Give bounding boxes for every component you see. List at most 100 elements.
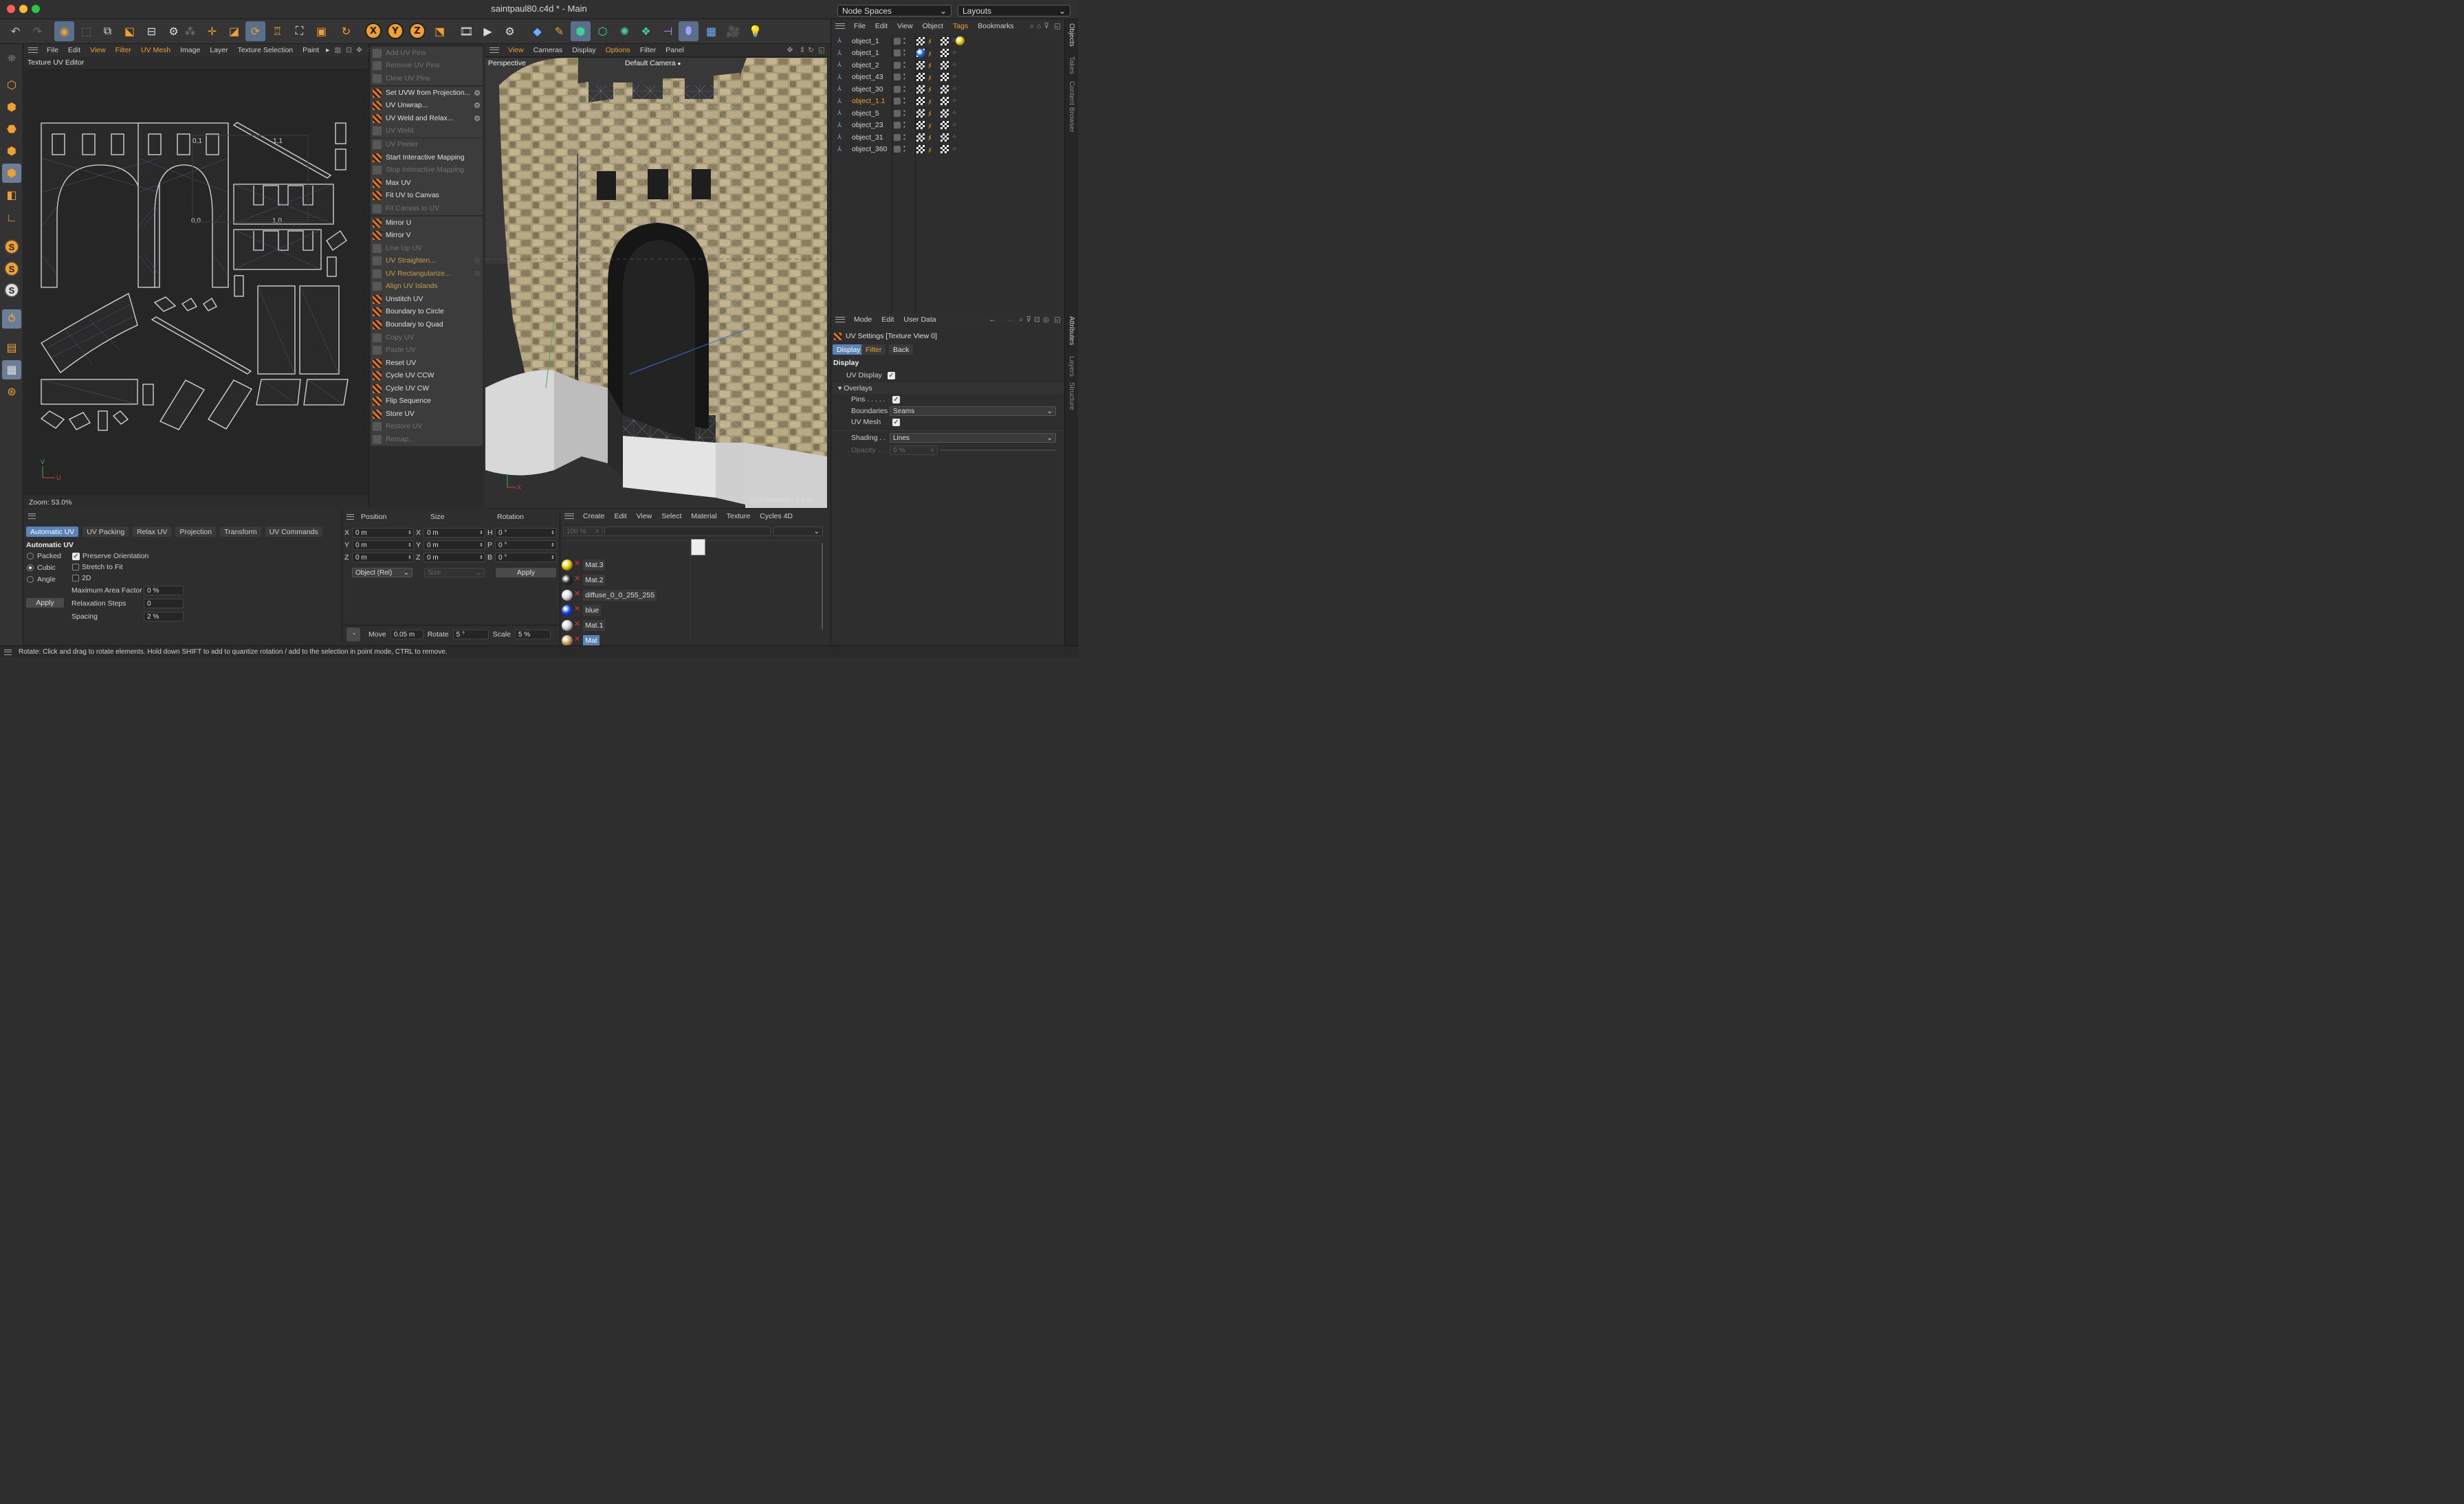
material-name[interactable]: diffuse_0_0_255_255: [583, 590, 657, 601]
planar-workplane-icon[interactable]: ⊛: [2, 382, 21, 401]
target-icon[interactable]: ◎: [1042, 316, 1050, 324]
menu-icon[interactable]: [28, 513, 36, 519]
shading-dropdown[interactable]: Lines ⌄: [890, 433, 1056, 443]
back-arrow-icon[interactable]: ←: [984, 316, 1002, 324]
mode-angle[interactable]: Angle: [27, 575, 56, 584]
object-row[interactable]: ⅄ object_5 • • ﾒ ⁘: [833, 107, 1064, 120]
deformer-icon[interactable]: ⊣: [658, 21, 678, 41]
tab-filter[interactable]: Filter: [861, 344, 886, 355]
menu-paint[interactable]: Paint: [298, 46, 324, 54]
uvw-tag-icon[interactable]: [940, 121, 949, 130]
phong-tag-icon[interactable]: ﾒ: [928, 108, 932, 118]
extrude-icon[interactable]: ⬡: [593, 21, 613, 41]
menu-icon[interactable]: [564, 513, 574, 519]
menu-view[interactable]: View: [892, 22, 918, 30]
material-name[interactable]: Mat.2: [583, 575, 606, 586]
uv-command-item[interactable]: Start Interactive Mapping: [371, 151, 483, 164]
material-name[interactable]: blue: [583, 605, 602, 616]
uv-command-item[interactable]: Remove UV Pins: [371, 60, 483, 73]
gear-icon[interactable]: ⚙: [474, 269, 481, 278]
side-tab-objects[interactable]: Objects: [1068, 23, 1075, 47]
rotate-view-icon[interactable]: ↻: [806, 46, 815, 54]
menu-user-data[interactable]: User Data: [899, 316, 940, 324]
forward-arrow-icon[interactable]: →: [1001, 316, 1018, 324]
pins-checkbox[interactable]: ✓: [892, 395, 900, 403]
max-area-field[interactable]: 0 %: [144, 586, 184, 595]
layouts-select[interactable]: Layouts ⌄: [958, 5, 1070, 16]
quantize-icon[interactable]: S: [4, 283, 19, 298]
phong-tag-icon[interactable]: ﾒ: [928, 60, 932, 70]
material-zoom-field[interactable]: 100 % ⇕: [563, 527, 603, 536]
uv-canvas[interactable]: 0,1 1,1 0,0 1,0 V U: [24, 69, 368, 495]
object-row[interactable]: ⅄ object_1 • • ﾒ ⁘: [833, 47, 1064, 60]
delete-x-icon[interactable]: ✕: [574, 559, 580, 568]
layer-icon[interactable]: [894, 122, 901, 129]
menu-icon[interactable]: [28, 47, 38, 53]
side-tab-structure[interactable]: Structure: [1068, 382, 1075, 410]
uv-mesh-checkbox[interactable]: ✓: [892, 418, 900, 426]
3d-viewport[interactable]: X Perspective Default Camera ● Grid Spac…: [485, 58, 827, 508]
live-selection-icon[interactable]: ⬕: [120, 21, 140, 41]
layer-icon[interactable]: [894, 109, 901, 117]
material-preview-icon[interactable]: [562, 560, 573, 571]
uv-command-item[interactable]: Store UV: [371, 408, 483, 421]
redo-icon[interactable]: ↷: [28, 21, 47, 41]
menu-bookmarks[interactable]: Bookmarks: [973, 22, 1019, 30]
menu-file[interactable]: File: [849, 22, 870, 30]
render-view-icon[interactable]: ▶: [478, 21, 498, 41]
floor-icon[interactable]: ▦: [701, 21, 721, 41]
texture-tag-icon[interactable]: [916, 133, 925, 142]
boundaries-dropdown[interactable]: Seams ⌄: [890, 406, 1056, 416]
points-mode-icon[interactable]: ⬣: [2, 120, 21, 139]
tab-transform[interactable]: Transform: [220, 527, 261, 537]
delete-x-icon[interactable]: ✕: [574, 574, 580, 583]
menu-icon[interactable]: [346, 514, 354, 520]
texture-mode-icon[interactable]: ⬢: [2, 98, 21, 117]
position-field[interactable]: 0 m ⇕: [352, 528, 414, 538]
menu-create[interactable]: Create: [578, 512, 610, 520]
subdivision-icon[interactable]: ⬢: [571, 21, 591, 41]
phong-tag-icon[interactable]: ﾒ: [928, 132, 932, 142]
menu-object[interactable]: Object: [918, 22, 948, 30]
menu-select[interactable]: Select: [657, 512, 686, 520]
y-axis-lock-icon[interactable]: Y: [387, 23, 404, 39]
transform-icon[interactable]: ⛶: [289, 21, 309, 41]
material-scrollbar[interactable]: [820, 540, 824, 641]
uv-command-item[interactable]: Set UVW from Projection... ⚙: [371, 87, 483, 100]
texture-tag-icon[interactable]: [916, 121, 925, 130]
make-editable-icon[interactable]: ⛯: [2, 49, 21, 69]
uv-command-item[interactable]: Restore UV: [371, 421, 483, 434]
render-settings-icon[interactable]: ⚙: [500, 21, 520, 41]
uv-command-item[interactable]: Fit Canvas to UV: [371, 202, 483, 215]
uv-polygons-icon[interactable]: ◧: [2, 186, 21, 205]
layer-icon[interactable]: [894, 61, 901, 69]
visibility-dots-icon[interactable]: • •: [903, 120, 905, 130]
delete-x-icon[interactable]: ✕: [574, 619, 580, 628]
menu-edit[interactable]: Edit: [610, 512, 632, 520]
soft-selection-icon[interactable]: ⁂: [180, 21, 200, 41]
object-row[interactable]: ⅄ object_30 • • ﾒ ⁘: [833, 83, 1064, 96]
new-window-icon[interactable]: ◱: [1050, 22, 1064, 30]
uvw-tag-icon[interactable]: [940, 60, 949, 69]
material-row[interactable]: ✕ blue: [562, 604, 690, 617]
texture-tag-icon[interactable]: [916, 60, 925, 69]
move-step-field[interactable]: 0.05 m: [390, 630, 424, 639]
gear-icon[interactable]: ⚙: [474, 114, 481, 123]
cloner-icon[interactable]: ❖: [636, 21, 656, 41]
object-row[interactable]: ⅄ object_1.1 • • ﾒ ⁘: [833, 96, 1064, 108]
menu-texture-selection[interactable]: Texture Selection: [233, 46, 298, 54]
world-coordinates-icon[interactable]: ⬔: [430, 21, 450, 41]
side-tab-takes[interactable]: Takes: [1068, 56, 1075, 74]
camera-icon[interactable]: 🎥: [723, 21, 743, 41]
material-tag-icon[interactable]: [916, 48, 925, 58]
visibility-dots-icon[interactable]: • •: [903, 144, 905, 154]
gear-icon[interactable]: ⚙: [474, 256, 481, 265]
uv-command-item[interactable]: UV Rectangularize... ⚙: [371, 267, 483, 280]
material-preview-icon[interactable]: [562, 620, 573, 631]
material-preview-icon[interactable]: [562, 590, 573, 601]
edges-mode-icon[interactable]: ⬢: [2, 142, 21, 161]
move-view-icon[interactable]: ✥: [354, 46, 364, 54]
polygons-mode-icon[interactable]: ⬢: [2, 164, 21, 183]
texture-tag-icon[interactable]: [916, 73, 925, 82]
x-axis-lock-icon[interactable]: X: [365, 23, 382, 39]
